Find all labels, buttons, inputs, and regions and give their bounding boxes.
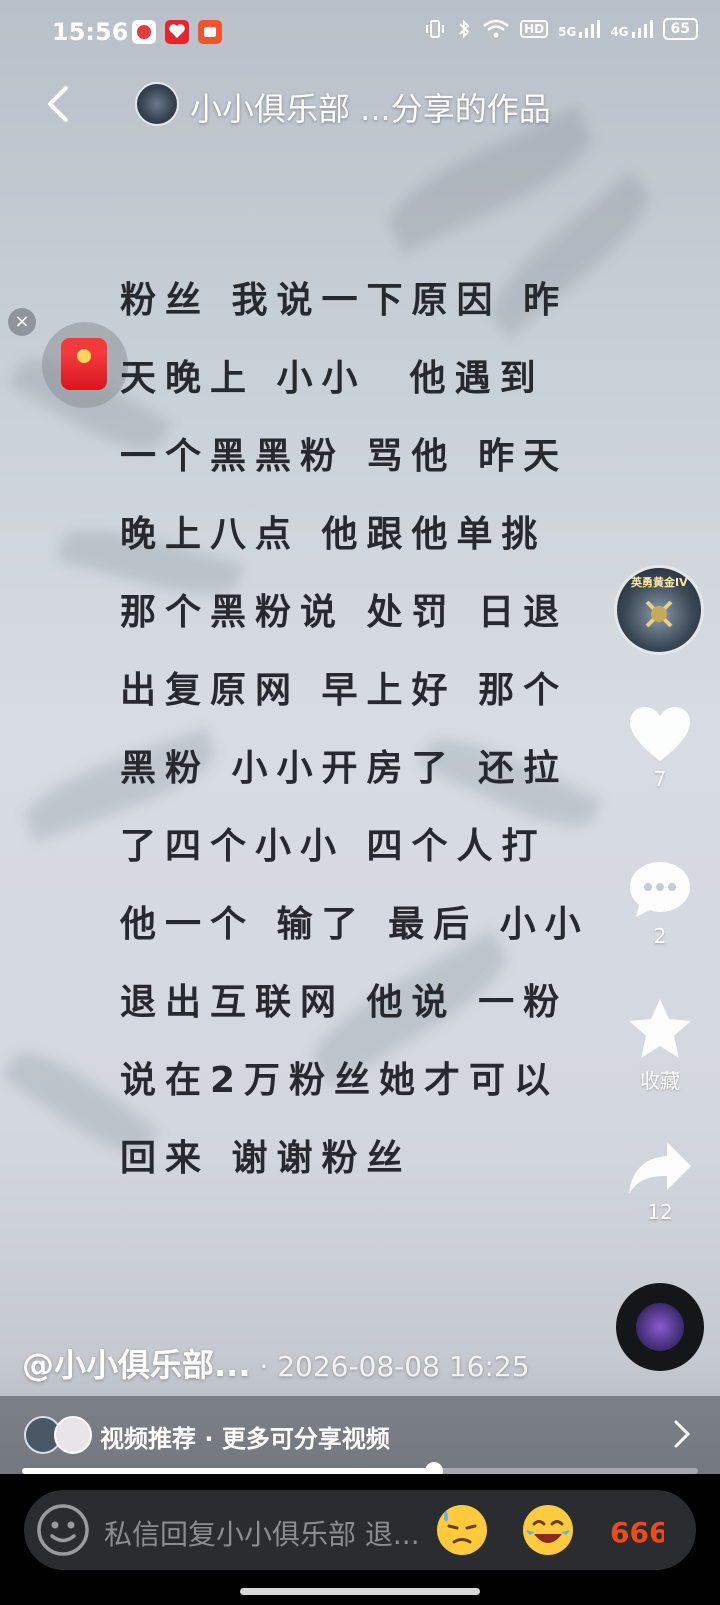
battery-indicator: 65 [662, 18, 698, 40]
recommend-avatar [54, 1416, 92, 1454]
caption-line: 他一个 输了 最后 小小 [120, 904, 590, 945]
share-count: 12 [647, 1200, 673, 1224]
music-cover [636, 1303, 684, 1351]
top-header: 小小俱乐部 ...分享的作品 [0, 72, 720, 136]
smile-icon[interactable] [36, 1503, 90, 1557]
page-title[interactable]: 小小俱乐部 ...分享的作品 [190, 84, 551, 130]
like-button[interactable]: 7 [620, 705, 700, 791]
caption-line: 退出互联网 他说 一粉 [120, 982, 569, 1023]
caption-line: 出复原网 早上好 那个 [120, 670, 569, 711]
caption-line: 那个黑粉说 处罚 日退 [120, 592, 569, 633]
share-button[interactable]: 12 [620, 1140, 700, 1224]
home-indicator[interactable] [240, 1588, 480, 1595]
status-time: 15:56 [52, 18, 129, 46]
caption-line: 粉丝 我说一下原因 昨 [120, 280, 569, 321]
favorite-button[interactable]: 收藏 [620, 997, 700, 1094]
svg-text:666: 666 [610, 1516, 664, 1549]
sweat-emoji-icon[interactable] [434, 1502, 490, 1558]
star-icon [629, 999, 691, 1058]
caption-line: 了四个小小 四个人打 [120, 826, 547, 867]
author-line: @小小俱乐部... · 2026-08-08 16:25 [22, 1346, 530, 1384]
comment-button[interactable]: 2 [620, 860, 700, 948]
header-avatar[interactable] [135, 82, 179, 126]
heart-icon [630, 707, 690, 761]
status-icons: HD 5G 4G 65 [424, 18, 698, 40]
laughing-emoji-icon[interactable] [520, 1502, 576, 1558]
hd-badge: HD [520, 20, 549, 38]
author-name[interactable]: @小小俱乐部... [22, 1346, 250, 1384]
bottom-bar: 私信回复小小俱乐部 退... 666 [0, 1474, 720, 1605]
red-packet-button[interactable] [42, 322, 128, 408]
red-packet-icon [61, 338, 107, 390]
creator-avatar[interactable]: 英勇黄金IV [614, 565, 704, 655]
notification-app-icon [165, 20, 189, 44]
wifi-icon [483, 19, 509, 38]
caption-line: 晚上八点 他跟他单挑 [120, 514, 547, 555]
back-arrow-icon[interactable] [38, 82, 82, 126]
like-count: 7 [653, 767, 667, 791]
notification-app-icon [198, 20, 222, 44]
caption-line: 一个黑黑粉 骂他 昨天 [120, 436, 569, 477]
chevron-right-icon [670, 1418, 694, 1454]
share-icon [629, 1142, 691, 1194]
comment-count: 2 [653, 924, 667, 948]
message-placeholder: 私信回复小小俱乐部 退... [104, 1518, 420, 1551]
recommend-text: 视频推荐 · 更多可分享视频 [100, 1425, 390, 1453]
signal-5g: 5G [558, 19, 601, 39]
post-datetime: 2026-08-08 16:25 [277, 1350, 530, 1383]
status-bar: 15:56 HD 5G 4G 65 [0, 0, 720, 64]
close-icon[interactable]: × [8, 308, 36, 336]
signal-4g: 4G [610, 19, 653, 39]
video-caption-text: 粉丝 我说一下原因 昨 天晚上 小小 他遇到 一个黑黑粉 骂他 昨天 晚上八点 … [120, 262, 590, 1198]
message-input[interactable]: 私信回复小小俱乐部 退... 666 [24, 1490, 696, 1570]
vibrate-icon [426, 20, 445, 38]
notification-app-icon [132, 20, 156, 44]
bluetooth-icon [459, 19, 470, 39]
caption-line: 说在2万粉丝她才可以 [120, 1060, 560, 1101]
caption-line: 回来 谢谢粉丝 [120, 1138, 412, 1179]
comment-icon [630, 862, 690, 917]
recommend-bar[interactable]: 视频推荐 · 更多可分享视频 [0, 1396, 720, 1474]
favorite-label: 收藏 [640, 1069, 680, 1093]
caption-line: 黑粉 小小开房了 还拉 [120, 748, 569, 789]
666-emoji-icon[interactable]: 666 [608, 1502, 664, 1558]
music-disc[interactable] [616, 1283, 704, 1371]
caption-line: 天晚上 小小 他遇到 [120, 358, 545, 399]
